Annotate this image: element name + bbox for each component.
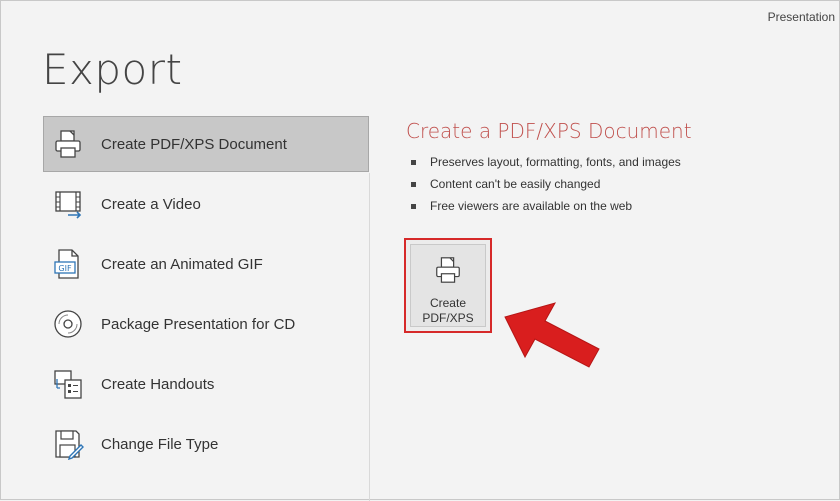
option-label: Change File Type <box>101 435 219 453</box>
page-title: Export <box>42 45 183 94</box>
svg-text:GIF: GIF <box>58 264 72 273</box>
create-pdf-xps-button-face[interactable]: Create PDF/XPS <box>410 244 486 327</box>
bullet-icon <box>411 159 416 165</box>
option-label: Create Handouts <box>101 375 215 393</box>
create-pdf-xps-button[interactable]: Create PDF/XPS <box>404 238 492 333</box>
detail-bullets: Preserves layout, formatting, fonts, and… <box>411 151 681 217</box>
app-title: Presentation <box>767 10 835 24</box>
bullet-item: Preserves layout, formatting, fonts, and… <box>411 151 681 173</box>
handouts-icon <box>50 366 86 402</box>
change-file-type-icon <box>50 426 86 462</box>
option-change-file-type[interactable]: Change File Type <box>43 416 369 472</box>
panel-divider <box>369 173 370 501</box>
pdf-document-icon <box>50 126 86 162</box>
video-icon <box>50 186 86 222</box>
create-pdf-xps-label: Create PDF/XPS <box>422 296 474 325</box>
option-create-video[interactable]: Create a Video <box>43 176 369 232</box>
gif-icon: GIF <box>50 246 86 282</box>
export-options-list: Create PDF/XPS Document Create a Video G… <box>43 116 369 476</box>
printer-icon <box>433 255 463 290</box>
bullet-item: Free viewers are available on the web <box>411 195 681 217</box>
option-create-handouts[interactable]: Create Handouts <box>43 356 369 412</box>
detail-title: Create a PDF/XPS Document <box>406 119 692 143</box>
option-create-animated-gif[interactable]: GIF Create an Animated GIF <box>43 236 369 292</box>
bullet-item: Content can't be easily changed <box>411 173 681 195</box>
option-label: Create a Video <box>101 195 201 213</box>
export-window: Presentation Export Create PDF/XPS Docum… <box>0 0 840 501</box>
option-label: Package Presentation for CD <box>101 315 296 333</box>
pointer-arrow-icon <box>499 301 609 376</box>
option-package-for-cd[interactable]: Package Presentation for CD <box>43 296 369 352</box>
bullet-icon <box>411 181 416 187</box>
option-label: Create PDF/XPS Document <box>101 135 287 153</box>
cd-icon <box>50 306 86 342</box>
option-create-pdf-xps[interactable]: Create PDF/XPS Document <box>43 116 369 172</box>
option-label: Create an Animated GIF <box>101 255 263 273</box>
bullet-icon <box>411 203 416 209</box>
